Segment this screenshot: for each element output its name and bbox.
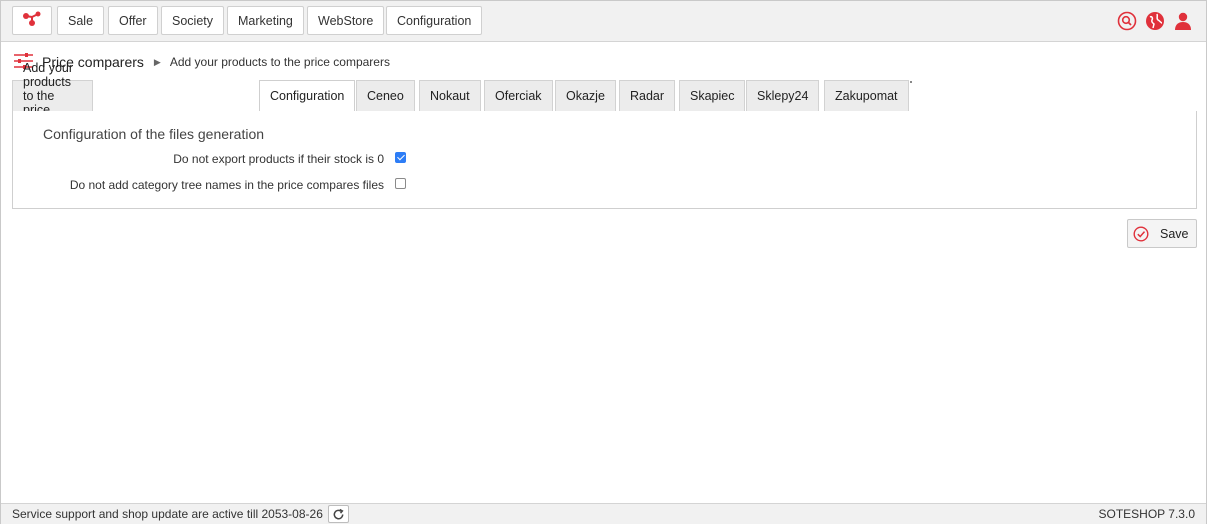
- checkbox-export-stock[interactable]: [395, 152, 406, 163]
- user-icon[interactable]: [1172, 10, 1194, 32]
- tab-radar[interactable]: Radar: [619, 80, 676, 111]
- nav-item-label: Configuration: [397, 13, 472, 28]
- save-button-label: Save: [1160, 226, 1189, 241]
- tab-zakupomat[interactable]: Zakupomat: [824, 80, 909, 111]
- nav-item-label: Offer: [119, 13, 147, 28]
- nav-item-label: Marketing: [238, 13, 293, 28]
- breadcrumb-current: Add your products to the price comparers: [169, 55, 390, 69]
- configuration-panel: Configuration of the files generation Do…: [12, 111, 1197, 209]
- nav-item-society[interactable]: Society: [161, 6, 224, 35]
- nav-item-sale[interactable]: Sale: [57, 6, 105, 35]
- tab-label: Zakupomat: [835, 89, 898, 103]
- section-title: Configuration of the files generation: [43, 126, 265, 142]
- top-right-icons: [1116, 10, 1194, 32]
- tab-label: Nokaut: [430, 89, 470, 103]
- tab-configuration[interactable]: Configuration: [259, 80, 356, 111]
- tab-bar-end-mark: [910, 81, 912, 83]
- nav-item-webstore[interactable]: WebStore: [307, 6, 385, 35]
- nav-item-offer[interactable]: Offer: [108, 6, 158, 35]
- option-label: Do not export products if their stock is…: [173, 152, 384, 166]
- version-label: SOTESHOP 7.3.0: [1098, 507, 1196, 521]
- tab-label: Radar: [630, 89, 665, 103]
- option-row-export-stock: Do not export products if their stock is…: [13, 151, 413, 169]
- support-status-text: Service support and shop update are acti…: [12, 507, 323, 521]
- refresh-icon: [332, 508, 345, 521]
- option-label: Do not add category tree names in the pr…: [69, 178, 384, 192]
- tab-skapiec[interactable]: Skapiec: [679, 80, 746, 111]
- tab-sklepy24[interactable]: Sklepy24: [746, 80, 820, 111]
- tab-add-products[interactable]: Add your products to the price comparers: [12, 61, 94, 131]
- globe-icon[interactable]: [1144, 10, 1166, 32]
- tab-label: Ceneo: [367, 89, 404, 103]
- refresh-button[interactable]: [328, 505, 349, 523]
- option-row-category-tree: Do not add category tree names in the pr…: [13, 177, 413, 195]
- tab-oferciak[interactable]: Oferciak: [484, 80, 553, 111]
- status-footer: Service support and shop update are acti…: [1, 503, 1206, 524]
- tab-label: Sklepy24: [757, 89, 809, 103]
- breadcrumb-arrow-icon: ▶: [153, 56, 161, 67]
- check-circle-icon: [1133, 225, 1149, 242]
- nav-item-marketing[interactable]: Marketing: [227, 6, 304, 35]
- app-window: Sale Offer Society Marketing WebStore Co…: [0, 0, 1207, 524]
- home-button[interactable]: [12, 6, 52, 35]
- nav-item-label: WebStore: [318, 13, 374, 28]
- tab-ceneo[interactable]: Ceneo: [356, 80, 415, 111]
- tab-label: Oferciak: [495, 89, 542, 103]
- nav-item-label: Society: [172, 13, 213, 28]
- save-button[interactable]: Save: [1127, 219, 1197, 248]
- tab-nokaut[interactable]: Nokaut: [419, 80, 481, 111]
- tab-label: Skapiec: [690, 89, 735, 103]
- tab-okazje[interactable]: Okazje: [555, 80, 616, 111]
- tab-label: Okazje: [566, 89, 605, 103]
- checkbox-category-tree[interactable]: [395, 178, 406, 189]
- nav-item-configuration[interactable]: Configuration: [386, 6, 483, 35]
- soteshop-logo-icon: [22, 11, 42, 30]
- nav-item-label: Sale: [68, 13, 94, 28]
- tab-label: Configuration: [270, 89, 345, 103]
- top-navigation-bar: Sale Offer Society Marketing WebStore Co…: [1, 1, 1206, 42]
- search-icon[interactable]: [1116, 10, 1138, 32]
